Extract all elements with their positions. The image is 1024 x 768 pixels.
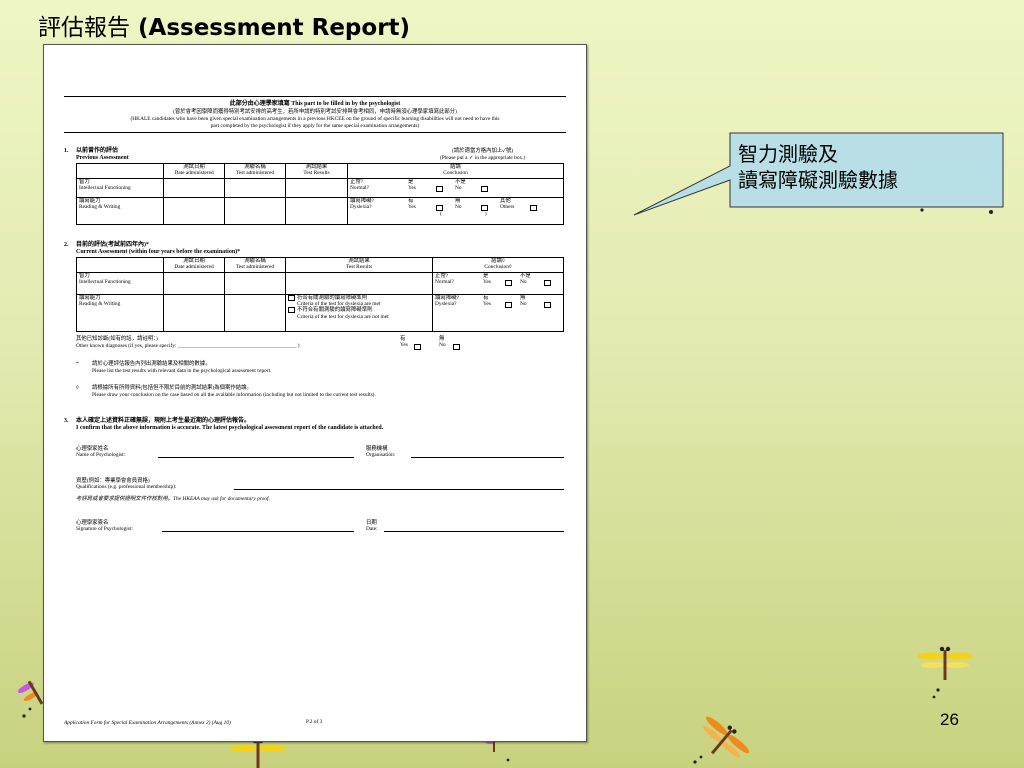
s2-crit1: 符合有關測驗的讀寫障礙準則 Criteria of the test for d…	[297, 295, 381, 308]
assessment-form-page: 此部分由心理學家填寫 This part to be filled in by …	[43, 44, 587, 742]
header-line2: (曾於會考因學障而獲得特別考試安排的高考生，若所申請的特別考試安排與會考相同，申…	[173, 109, 457, 115]
s1-row1-no: 不是 No	[455, 179, 466, 192]
s1-cell[interactable]	[285, 178, 348, 198]
s2-other-en[interactable]: Other known diagnoses (if yes, please sp…	[76, 343, 300, 349]
s3-qual-line[interactable]	[234, 489, 564, 490]
s2-other-no: 無 No	[439, 336, 446, 349]
s2-row2-no: 無 No	[520, 295, 527, 308]
dragonfly-icon	[703, 716, 750, 758]
s2-col-date: 測試日期 Date administered	[163, 257, 225, 273]
s1-note-cjk: (請於適當方格內加上✓號)	[452, 148, 514, 154]
s2-title-cjk: 目前的評估(考試前四年內)*	[76, 242, 149, 248]
s1-row2-other-checkbox[interactable]	[530, 205, 537, 211]
s1-row1-no-checkbox[interactable]	[481, 186, 488, 192]
header-line4: part completed by the psychologist if th…	[210, 123, 420, 129]
s2-cell[interactable]	[224, 272, 286, 295]
callout-line2: 讀寫障礙測驗數據	[738, 168, 898, 192]
s1-cell[interactable]	[163, 197, 225, 225]
s1-row2-other-field[interactable]: ( )	[350, 211, 561, 217]
header-line1: 此部分由心理學家填寫 This part to be filled in by …	[229, 101, 401, 107]
s2-other-cjk: 其他已知診斷(如有的話，請註明：)	[76, 336, 158, 342]
s2-row1-no-checkbox[interactable]	[544, 280, 551, 286]
s2-row1-q: 正常? Normal?	[435, 273, 454, 286]
s1-row-reading: 讀寫能力 Reading & Writing	[76, 197, 164, 225]
s2-crit1-checkbox[interactable]	[288, 295, 295, 301]
dragonfly-icon	[17, 680, 44, 705]
s1-num: 1.	[64, 148, 69, 154]
s1-row-intellectual: 智力 Intellectual Functioning	[76, 178, 164, 198]
s2-row2-yes: 有 Yes	[483, 295, 491, 308]
s3-name-label: 心理學家姓名 Name of Psychologist:	[76, 446, 126, 459]
s2-row2-no-checkbox[interactable]	[544, 302, 551, 308]
s1-row1-yes: 是 Yes	[408, 179, 416, 192]
s2-col-test: 測驗名稱 Test administered	[224, 257, 286, 273]
s2-row-intellectual: 智力 Intellectual Functioning	[76, 272, 164, 295]
s1-col-date: 測試日期 Date administered	[163, 163, 225, 179]
s1-row1-yes-checkbox[interactable]	[436, 186, 443, 192]
s2-note1-cjk: 請於心理評估報告內列出測驗結果及相關的數據。	[92, 361, 211, 367]
previous-assessment-table: 測試日期 Date administered 測驗名稱 Test adminis…	[76, 163, 564, 225]
s3-num: 3.	[64, 418, 69, 424]
s2-other-yes: 有 Yes	[400, 336, 408, 349]
s2-note2-cjk: 請根據所有所得資料(包括但不限於目前的測試結果)為個案作結論。	[92, 385, 252, 391]
s2-row2-q: 讀寫障礙? Dyslexia?	[435, 295, 459, 308]
callout-text: 智力測驗及 讀寫障礙測驗數據	[738, 141, 898, 193]
s2-row1-yes-checkbox[interactable]	[505, 280, 512, 286]
s2-cell[interactable]	[163, 294, 225, 332]
s2-cell[interactable]	[285, 272, 433, 295]
s3-confirm-en: I confirm that the above information is …	[76, 425, 384, 431]
s3-org-label: 服務機構 Organisation:	[366, 446, 396, 459]
s2-num: 2.	[64, 242, 69, 248]
s3-qual-note: 考評局或會要求提供證明文件作核對用。The HKEAA may ask for …	[76, 496, 270, 502]
slide-number: 26	[940, 710, 959, 729]
s1-row2-q: 讀寫障礙? Dyslexia?	[350, 198, 374, 211]
s3-date-line[interactable]	[384, 531, 564, 532]
s3-date-label: 日期 Date:	[366, 520, 378, 533]
s3-confirm-cjk: 本人確定上述資料正確無誤，現附上考生最近期的心理評估報告。	[76, 418, 251, 424]
s2-crit2-checkbox[interactable]	[288, 307, 295, 314]
s1-title-cjk: 以前曾作的評估	[76, 148, 119, 154]
s1-cell[interactable]	[224, 197, 286, 225]
s2-row1-yes: 是 Yes	[483, 273, 491, 286]
s1-cell[interactable]	[224, 178, 286, 198]
header-line3: (HKALE candidates who have been given sp…	[130, 116, 500, 122]
s1-col-concl: 結論 Conclusion	[347, 163, 564, 179]
s2-row-reading: 讀寫能力 Reading & Writing	[76, 294, 164, 332]
s2-note1-mark: *	[76, 361, 79, 367]
s1-col-result: 測試結果 Test Results	[285, 163, 348, 179]
s2-note2-mark: ◊	[76, 385, 79, 391]
s1-row2-other: 其他 Others	[500, 198, 515, 211]
s2-note1-en: Please list the test results with releva…	[92, 368, 272, 374]
dragonfly-icon	[230, 738, 286, 768]
s2-cell[interactable]	[224, 294, 286, 332]
current-assessment-table: 測試日期 Date administered 測驗名稱 Test adminis…	[76, 257, 564, 332]
s2-note2-en: Please draw your conclusion on the case …	[92, 392, 376, 398]
s1-title-en: Previous Assessment	[76, 155, 129, 161]
s1-row2-yes: 有 Yes	[408, 198, 416, 211]
dragonfly-icon	[917, 646, 973, 680]
s2-other-yes-checkbox[interactable]	[414, 344, 421, 350]
s1-cell[interactable]	[163, 178, 225, 198]
s1-note-en: (Please put a ✓ in the appropriate box.)	[440, 155, 526, 161]
footer-form-name: Application Form for Special Examination…	[64, 720, 231, 726]
s2-cell[interactable]	[163, 272, 225, 295]
footer-page: P.2 of 3	[306, 719, 323, 725]
s2-crit2: 不符合有關測驗的讀寫障礙準則 Criteria of the test for …	[297, 307, 389, 320]
s1-row2-no: 無 No	[455, 198, 462, 211]
s2-title-en: Current Assessment (within four years be…	[76, 249, 241, 255]
s2-other-no-checkbox[interactable]	[453, 344, 460, 350]
s3-qual-label: 資歷(例如：專業學會會員資格) Qualifications (e.g. pro…	[76, 478, 177, 491]
s2-col-concl: 結論◊ Conclusion◊	[432, 257, 564, 273]
s3-sig-line[interactable]	[162, 531, 354, 532]
s2-col-result: 測試結果 Test Results	[285, 257, 433, 273]
s1-cell[interactable]	[285, 197, 348, 225]
s1-col-test: 測驗名稱 Test administered	[224, 163, 286, 179]
callout-line1: 智力測驗及	[738, 142, 838, 166]
s3-name-line[interactable]	[158, 457, 354, 458]
s2-row2-yes-checkbox[interactable]	[505, 302, 512, 308]
s3-sig-label: 心理學家簽名 Signature of Psychologist:	[76, 520, 133, 533]
s1-row1-q: 正常? Normal?	[350, 179, 369, 192]
s2-row1-no: 不是 No	[520, 273, 531, 286]
s3-org-line[interactable]	[411, 457, 564, 458]
